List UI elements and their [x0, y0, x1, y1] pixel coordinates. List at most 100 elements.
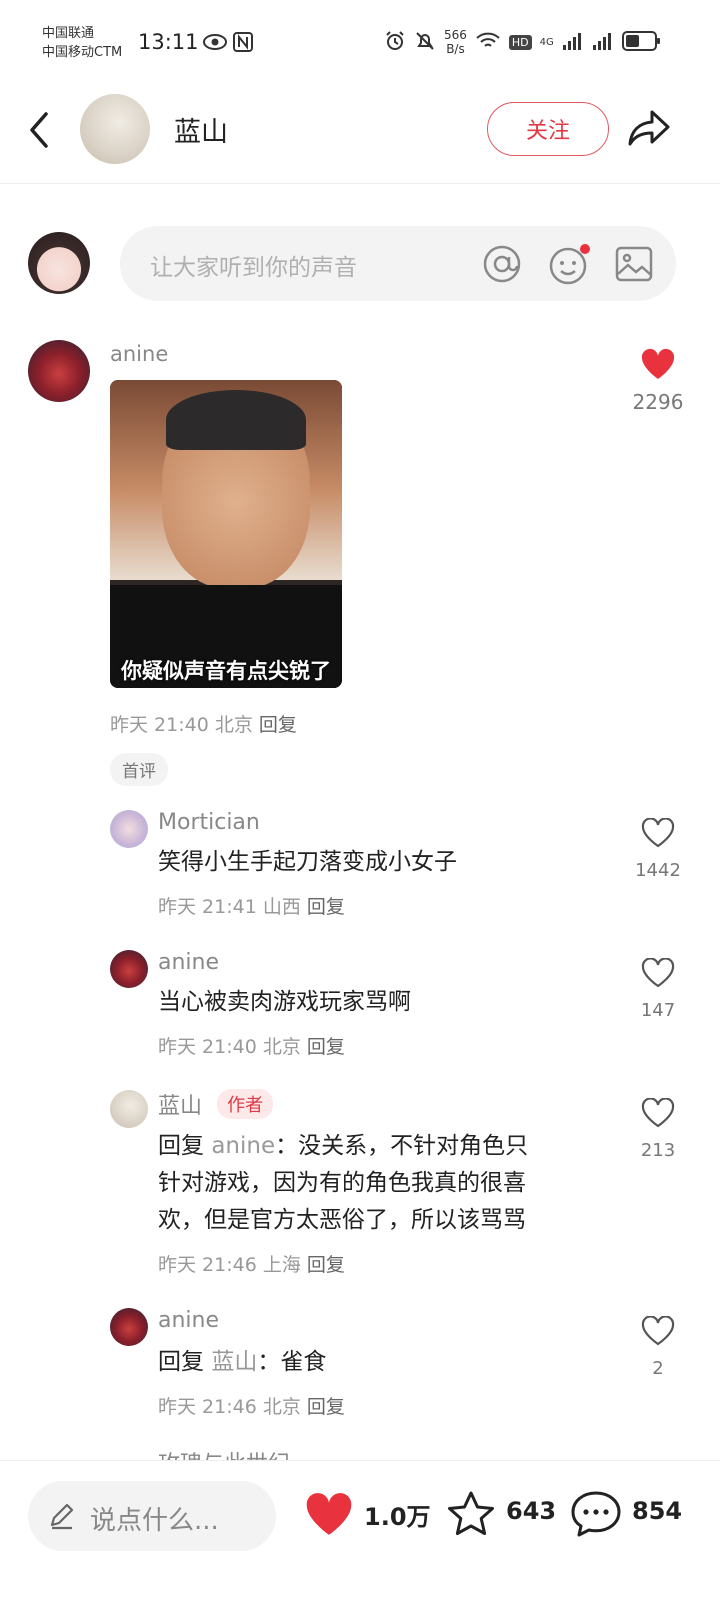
- reply-meta: 昨天 21:46 北京 回复: [158, 1392, 345, 1419]
- like-count: 1442: [635, 860, 681, 881]
- reply-location: 山西: [262, 896, 301, 918]
- author-name[interactable]: 蓝山: [174, 110, 228, 149]
- nfc-icon: [233, 32, 253, 56]
- reply-5-partial: 玫瑰与此世纪: [0, 1446, 720, 1460]
- image-caption: 你疑似声音有点尖锐了: [121, 659, 331, 683]
- reply-link[interactable]: 回复: [307, 896, 345, 918]
- status-bar: 中国联通 中国移动CTM 13:11 566 B/s HD 4G: [0, 0, 720, 88]
- comment-image[interactable]: 你疑似声音有点尖锐了: [110, 380, 342, 688]
- like-count: 213: [640, 1140, 676, 1161]
- reply-time: 昨天 21:46: [158, 1396, 257, 1418]
- mute-bell-icon: [414, 30, 436, 55]
- carrier-2: 中国移动CTM: [42, 45, 123, 60]
- reply-link[interactable]: 回复: [259, 714, 297, 736]
- status-icons: 566 B/s HD 4G: [384, 28, 662, 56]
- reply-text-line-2: 针对游戏，因为有的角色我真的很喜: [158, 1170, 526, 1196]
- signal-icon: [562, 31, 584, 54]
- reply-to-user[interactable]: anine: [211, 1133, 275, 1159]
- reply-location: 北京: [262, 1396, 301, 1418]
- like-count: 2: [652, 1358, 664, 1379]
- emoji-icon[interactable]: [548, 244, 590, 290]
- author-avatar[interactable]: [80, 94, 150, 164]
- network-type: 4G: [539, 36, 554, 48]
- comment-placeholder: 让大家听到你的声音: [150, 255, 357, 281]
- reply-body: ：雀食: [257, 1349, 327, 1375]
- favorites-count: 643: [506, 1497, 557, 1525]
- reply-link[interactable]: 回复: [307, 1036, 345, 1058]
- reply-text-line-1: ：没关系，不针对角色只: [275, 1133, 529, 1159]
- top-nav: 蓝山 关注: [0, 88, 720, 184]
- commenter-avatar[interactable]: [28, 340, 90, 402]
- author-badge: 作者: [217, 1089, 274, 1119]
- reply-text: 当心被卖肉游戏玩家骂啊: [158, 989, 411, 1015]
- reply-line-1: 回复 anine：没关系，不针对角色只: [158, 1128, 618, 1165]
- reply-meta: 昨天 21:46 上海 回复: [158, 1250, 345, 1277]
- signal-2-icon: [592, 31, 614, 54]
- alarm-icon: [384, 30, 406, 55]
- reply-link[interactable]: 回复: [307, 1254, 345, 1276]
- reply-time: 昨天 21:41: [158, 896, 257, 918]
- reply-location: 上海: [262, 1254, 301, 1276]
- reply-location: 北京: [262, 1036, 301, 1058]
- pencil-icon: [48, 1502, 76, 1534]
- reply-header: 蓝山 作者: [158, 1088, 274, 1120]
- star-icon[interactable]: [446, 1490, 496, 1542]
- comment-input[interactable]: 让大家听到你的声音: [120, 226, 676, 301]
- reply-text: 回复 蓝山：雀食: [158, 1344, 326, 1381]
- carrier-info: 中国联通 中国移动CTM: [42, 24, 122, 62]
- reply-avatar[interactable]: [110, 810, 148, 848]
- reply-prefix: 回复: [158, 1133, 204, 1159]
- reply-meta: 昨天 21:40 北京 回复: [158, 1032, 345, 1059]
- network-speed: 566 B/s: [444, 28, 467, 56]
- heart-outline-icon[interactable]: [641, 957, 675, 992]
- reply-avatar[interactable]: [110, 950, 148, 988]
- battery-icon: [621, 30, 662, 55]
- my-avatar: [28, 232, 90, 294]
- reply-text: 笑得小生手起刀落变成小女子: [158, 849, 457, 875]
- reply-link[interactable]: 回复: [307, 1396, 345, 1418]
- mention-icon[interactable]: [482, 244, 522, 288]
- heart-outline-icon[interactable]: [641, 1097, 675, 1132]
- reply-prefix: 回复: [158, 1349, 204, 1375]
- reply-avatar[interactable]: [110, 1090, 148, 1128]
- reply-time: 昨天 21:40: [158, 1036, 257, 1058]
- back-icon[interactable]: [26, 110, 54, 154]
- follow-button[interactable]: 关注: [487, 102, 609, 156]
- reply-username[interactable]: 玫瑰与此世纪: [158, 1446, 290, 1460]
- comments-count: 854: [632, 1497, 683, 1525]
- first-comment-tag: 首评: [110, 753, 168, 786]
- comment-composer: 让大家听到你的声音: [0, 222, 720, 302]
- bottom-action-bar: 说点什么... 1.0万 643 854: [0, 1460, 720, 1599]
- like-icon[interactable]: [304, 1491, 354, 1541]
- commenter-name[interactable]: anine: [110, 342, 168, 366]
- heart-outline-icon[interactable]: [641, 1315, 675, 1350]
- speed-unit: B/s: [446, 42, 465, 56]
- reply-username[interactable]: anine: [158, 1308, 219, 1333]
- liked-heart-icon[interactable]: [640, 348, 676, 384]
- image-icon[interactable]: [614, 244, 654, 288]
- reply-time: 昨天 21:46: [158, 1254, 257, 1276]
- comment-bubble-icon[interactable]: [570, 1489, 622, 1543]
- hd-badge: HD: [508, 34, 532, 50]
- comment-meta: 昨天 21:40 北京 回复: [110, 710, 297, 737]
- reply-username[interactable]: Mortician: [158, 810, 260, 835]
- reply-meta: 昨天 21:41 山西 回复: [158, 892, 345, 919]
- speed-value: 566: [444, 28, 467, 42]
- reply-username[interactable]: anine: [158, 950, 219, 975]
- bottom-input-placeholder: 说点什么...: [90, 1506, 219, 1536]
- clock: 13:11: [138, 30, 199, 54]
- reply-text: 回复 anine：没关系，不针对角色只 针对游戏，因为有的角色我真的很喜 欢，但…: [158, 1128, 618, 1239]
- comment-time: 昨天 21:40: [110, 714, 209, 736]
- wifi-icon: [475, 31, 501, 54]
- reply-avatar[interactable]: [110, 1308, 148, 1346]
- bottom-comment-input[interactable]: 说点什么...: [28, 1481, 276, 1551]
- reply-username[interactable]: 蓝山: [158, 1094, 202, 1119]
- reply-to-user[interactable]: 蓝山: [211, 1349, 257, 1375]
- likes-count: 1.0万: [364, 1503, 431, 1531]
- share-icon[interactable]: [626, 106, 672, 154]
- carrier-1: 中国联通: [42, 26, 95, 41]
- eye-icon: [202, 32, 228, 56]
- like-count: 147: [640, 1000, 676, 1021]
- heart-outline-icon[interactable]: [641, 817, 675, 852]
- like-count: 2296: [632, 390, 684, 414]
